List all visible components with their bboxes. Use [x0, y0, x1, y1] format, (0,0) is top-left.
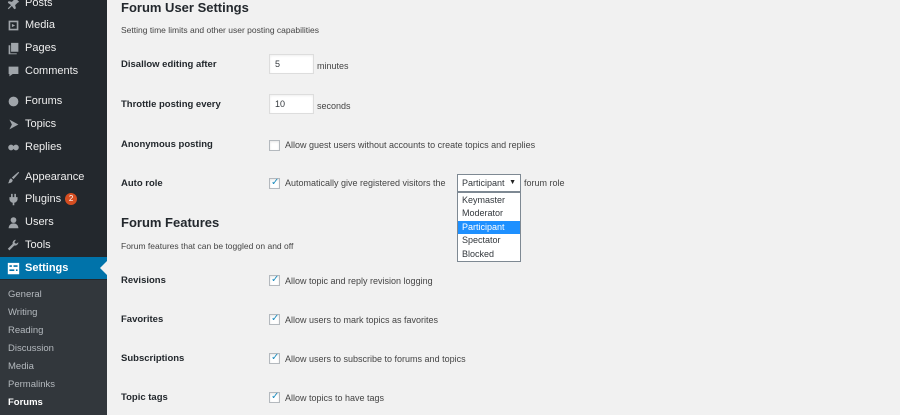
revisions-label: Revisions — [121, 275, 166, 286]
plug-icon — [6, 192, 20, 206]
sidebar-item-forums[interactable]: Forums — [0, 90, 107, 112]
sidebar-item-label: Plugins — [25, 193, 62, 205]
forums-icon — [6, 94, 20, 108]
sidebar-item-label: Comments — [25, 65, 79, 77]
checkmark-icon: ✓ — [271, 313, 280, 324]
minutes-unit: minutes — [317, 61, 349, 71]
user-icon — [6, 215, 20, 229]
pin-icon — [6, 0, 20, 10]
option-spectator[interactable]: Spectator — [458, 234, 520, 247]
update-count-badge: 2 — [65, 193, 78, 205]
topic-tags-description: Allow topics to have tags — [285, 393, 385, 403]
sidebar-item-label: Users — [25, 216, 54, 228]
anonymous-posting-checkbox[interactable] — [269, 140, 280, 151]
forum-role-suffix: forum role — [524, 178, 565, 188]
anonymous-posting-description: Allow guest users without accounts to cr… — [285, 140, 536, 150]
submenu-item-writing[interactable]: Writing — [8, 307, 37, 318]
dropdown-arrow-icon: ▼ — [509, 179, 516, 186]
topics-icon — [6, 117, 20, 131]
sidebar-item-label: Tools — [25, 239, 51, 251]
sidebar-item-settings[interactable]: Settings — [0, 257, 107, 279]
sidebar-item-plugins[interactable]: Plugins 2 — [0, 188, 107, 210]
revisions-description: Allow topic and reply revision logging — [285, 276, 433, 286]
sidebar-item-label: Settings — [25, 262, 69, 274]
sidebar-item-tools[interactable]: Tools — [0, 234, 107, 256]
sidebar-item-label: Replies — [25, 141, 62, 153]
submenu-item-discussion[interactable]: Discussion — [8, 343, 54, 354]
subscriptions-description: Allow users to subscribe to forums and t… — [285, 354, 466, 364]
sidebar-item-label: Media — [25, 19, 55, 31]
sidebar-item-media[interactable]: Media — [0, 14, 107, 36]
topic-tags-checkbox[interactable]: ✓ — [269, 391, 280, 403]
forum-role-options: Keymaster Moderator Participant Spectato… — [457, 192, 521, 262]
sidebar-item-replies[interactable]: Replies — [0, 136, 107, 158]
sidebar-item-posts[interactable]: Posts — [0, 0, 107, 14]
favorites-checkbox[interactable]: ✓ — [269, 313, 280, 325]
throttle-posting-label: Throttle posting every — [121, 99, 221, 110]
disallow-editing-input[interactable]: 5 — [269, 54, 314, 74]
auto-role-label: Auto role — [121, 178, 163, 189]
seconds-unit: seconds — [317, 101, 351, 111]
forum-role-select[interactable]: Participant ▼ — [457, 174, 521, 192]
sidebar-item-label: Appearance — [25, 171, 85, 183]
sidebar-item-topics[interactable]: Topics — [0, 113, 107, 135]
section-description: Forum features that can be toggled on an… — [121, 241, 294, 251]
section-description: Setting time limits and other user posti… — [121, 25, 319, 35]
brush-icon — [6, 170, 20, 184]
sidebar-item-label: Posts — [25, 0, 53, 9]
throttle-posting-input[interactable]: 10 — [269, 94, 314, 114]
disallow-editing-label: Disallow editing after — [121, 59, 217, 70]
sidebar-item-appearance[interactable]: Appearance — [0, 166, 107, 188]
sidebar-item-label: Pages — [25, 42, 57, 54]
media-icon — [6, 18, 20, 32]
submenu-item-media[interactable]: Media — [8, 361, 34, 372]
settings-content: Forum User Settings Setting time limits … — [107, 0, 900, 415]
sidebar-item-label: Topics — [25, 118, 57, 130]
comments-icon — [6, 64, 20, 78]
subscriptions-label: Subscriptions — [121, 353, 185, 364]
settings-icon — [6, 261, 20, 275]
sidebar-item-comments[interactable]: Comments — [0, 60, 107, 82]
checkmark-icon: ✓ — [271, 352, 280, 363]
auto-role-checkbox[interactable]: ✓ — [269, 177, 280, 189]
sidebar-item-pages[interactable]: Pages — [0, 37, 107, 59]
wrench-icon — [6, 238, 20, 252]
submenu-item-permalinks[interactable]: Permalinks — [8, 379, 55, 390]
submenu-item-reading[interactable]: Reading — [8, 325, 43, 336]
sidebar-item-users[interactable]: Users — [0, 211, 107, 233]
topic-tags-label: Topic tags — [121, 392, 168, 403]
favorites-label: Favorites — [121, 314, 164, 325]
checkmark-icon: ✓ — [271, 274, 280, 285]
auto-role-description: Automatically give registered visitors t… — [285, 178, 446, 188]
submenu-item-general[interactable]: General — [8, 289, 42, 300]
sidebar-item-label: Forums — [25, 95, 63, 107]
admin-sidebar: Posts Media Pages Comments Forums Topics… — [0, 0, 107, 415]
section-title-forum-features: Forum Features — [121, 215, 220, 230]
section-title-user-settings: Forum User Settings — [121, 0, 249, 15]
replies-icon — [6, 140, 20, 154]
pages-icon — [6, 41, 20, 55]
anonymous-posting-label: Anonymous posting — [121, 139, 213, 150]
checkmark-icon: ✓ — [271, 177, 280, 188]
favorites-description: Allow users to mark topics as favorites — [285, 315, 439, 325]
option-moderator[interactable]: Moderator — [458, 207, 520, 220]
select-value: Participant — [462, 178, 505, 188]
submenu-item-forums[interactable]: Forums — [8, 397, 43, 408]
settings-submenu: General Writing Reading Discussion Media… — [0, 280, 107, 415]
option-keymaster[interactable]: Keymaster — [458, 194, 520, 207]
option-participant[interactable]: Participant — [458, 221, 520, 234]
revisions-checkbox[interactable]: ✓ — [269, 274, 280, 286]
subscriptions-checkbox[interactable]: ✓ — [269, 352, 280, 364]
checkmark-icon: ✓ — [271, 391, 280, 402]
option-blocked[interactable]: Blocked — [458, 248, 520, 261]
